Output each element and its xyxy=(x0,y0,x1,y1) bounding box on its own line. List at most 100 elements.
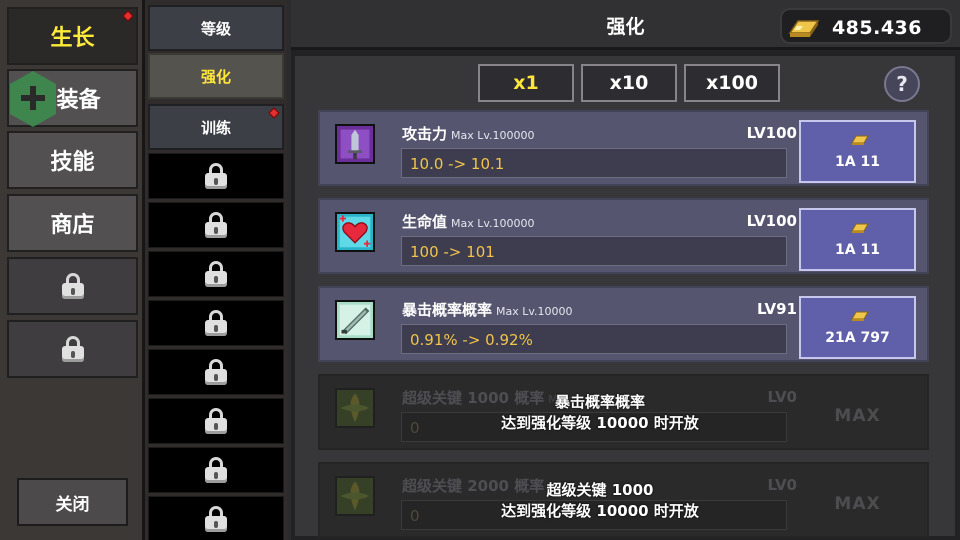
max-button: MAX xyxy=(834,493,881,514)
unlock-title: 超级关键 1000 xyxy=(546,481,654,499)
nav-tab-skills[interactable]: 技能 xyxy=(7,131,138,189)
value-change: 100 -> 101 xyxy=(410,243,495,261)
current-level: LV91 xyxy=(757,300,797,318)
nav-tab-label: 装备 xyxy=(56,88,101,113)
upgrade-title: 攻击力 xyxy=(402,125,448,143)
main-nav: 生长 装备 技能 商店 关闭 xyxy=(0,0,145,540)
unlock-requirement: 暴击概率概率 达到强化等级 10000 时开放 xyxy=(440,392,760,434)
current-level: LV0 xyxy=(767,388,797,406)
max-level: Max Lv.10000 xyxy=(496,305,573,318)
nav-tab-locked[interactable] xyxy=(7,257,138,315)
heart-icon xyxy=(335,212,375,252)
lock-icon xyxy=(204,359,228,385)
sub-tab-label: 训练 xyxy=(200,118,231,137)
current-level: LV100 xyxy=(746,124,797,142)
nav-tab-label: 技能 xyxy=(50,150,95,175)
gold-bar-icon xyxy=(851,135,869,145)
current-level: LV0 xyxy=(767,476,797,494)
multiplier-x1-button[interactable]: x1 xyxy=(478,64,574,102)
upgrade-button[interactable]: 1A 11 xyxy=(799,208,916,271)
sub-tab-locked[interactable] xyxy=(148,398,284,444)
current-level: LV100 xyxy=(746,212,797,230)
lock-icon xyxy=(204,506,228,532)
upgrade-title: 生命值 xyxy=(402,213,448,231)
upgrade-row-hp: 生命值 Max Lv.100000 LV100 100 -> 101 1A 11 xyxy=(318,198,929,274)
sword-icon xyxy=(335,124,375,164)
help-button[interactable]: ? xyxy=(884,66,920,102)
header-bar: 强化 485.436 xyxy=(291,0,960,50)
value-change: 0.91% -> 0.92% xyxy=(410,331,533,349)
multiplier-label: x10 xyxy=(609,72,649,94)
lock-icon xyxy=(61,336,85,362)
max-level: Max Lv.100000 xyxy=(451,217,535,230)
alert-dot xyxy=(268,107,280,119)
lock-icon xyxy=(204,457,228,483)
multiplier-label: x100 xyxy=(706,72,758,94)
value-change: 0 xyxy=(410,419,420,437)
help-icon: ? xyxy=(896,72,908,96)
nav-tab-locked[interactable] xyxy=(7,320,138,378)
unlock-title: 暴击概率概率 xyxy=(554,393,645,411)
leaf-icon xyxy=(335,388,375,428)
upgrade-cost: 1A 11 xyxy=(835,242,880,258)
unlock-condition: 达到强化等级 10000 时开放 xyxy=(501,414,699,432)
value-change: 10.0 -> 10.1 xyxy=(410,155,505,173)
lock-icon xyxy=(204,212,228,238)
enhance-panel: 强化 485.436 x1 x10 x100 ? 攻击力 Max Lv.1000… xyxy=(291,0,960,540)
nav-tab-label: 生长 xyxy=(50,26,95,51)
sub-tab-training[interactable]: 训练 xyxy=(148,104,284,150)
sub-tab-locked[interactable] xyxy=(148,447,284,493)
upgrade-cost: 21A 797 xyxy=(825,330,890,346)
value-bar: 100 -> 101 xyxy=(401,236,787,266)
sub-tab-locked[interactable] xyxy=(148,202,284,248)
sub-tab-enhance[interactable]: 强化 xyxy=(148,53,284,99)
leaf-icon xyxy=(335,476,375,516)
upgrade-list-panel: x1 x10 x100 ? 攻击力 Max Lv.100000 LV100 10… xyxy=(295,56,955,538)
upgrade-row-attack: 攻击力 Max Lv.100000 LV100 10.0 -> 10.1 1A 1… xyxy=(318,110,929,186)
lock-icon xyxy=(61,273,85,299)
multiplier-x100-button[interactable]: x100 xyxy=(684,64,780,102)
multiplier-x10-button[interactable]: x10 xyxy=(581,64,677,102)
sub-tab-locked[interactable] xyxy=(148,496,284,540)
close-button[interactable]: 关闭 xyxy=(17,478,128,526)
gold-counter: 485.436 xyxy=(780,8,952,44)
unlock-requirement: 超级关键 1000 达到强化等级 10000 时开放 xyxy=(440,480,760,522)
max-level: Max Lv.100000 xyxy=(451,129,535,142)
upgrade-name: 攻击力 Max Lv.100000 xyxy=(402,123,535,144)
upgrade-button[interactable]: 21A 797 xyxy=(799,296,916,359)
lock-icon xyxy=(204,261,228,287)
lock-icon xyxy=(204,310,228,336)
nav-tab-shop[interactable]: 商店 xyxy=(7,194,138,252)
value-bar: 0.91% -> 0.92% xyxy=(401,324,787,354)
nav-tab-growth[interactable]: 生长 xyxy=(7,7,138,65)
sub-tab-locked[interactable] xyxy=(148,251,284,297)
plus-icon xyxy=(10,71,56,127)
unlock-condition: 达到强化等级 10000 时开放 xyxy=(501,502,699,520)
value-change: 0 xyxy=(410,507,420,525)
lock-icon xyxy=(204,163,228,189)
lock-icon xyxy=(204,408,228,434)
gold-amount: 485.436 xyxy=(831,17,922,39)
upgrade-button[interactable]: 1A 11 xyxy=(799,120,916,183)
upgrade-name: 生命值 Max Lv.100000 xyxy=(402,211,535,232)
gold-bar-icon xyxy=(788,20,820,37)
upgrade-title: 暴击概率概率 xyxy=(402,301,493,319)
blade-icon xyxy=(335,300,375,340)
sub-tab-label: 等级 xyxy=(200,19,231,38)
value-bar: 10.0 -> 10.1 xyxy=(401,148,787,178)
upgrade-row-super-crit-1000: 超级关键 1000 概率 Max LV0 0 MAX 暴击概率概率 达到强化等级 … xyxy=(318,374,929,450)
alert-dot xyxy=(122,10,134,22)
gold-bar-icon xyxy=(851,311,869,321)
upgrade-cost: 1A 11 xyxy=(835,154,880,170)
sub-tab-locked[interactable] xyxy=(148,153,284,199)
sub-tab-level[interactable]: 等级 xyxy=(148,5,284,51)
upgrade-name: 暴击概率概率 Max Lv.10000 xyxy=(402,299,573,320)
nav-tab-label: 商店 xyxy=(50,213,95,238)
multiplier-label: x1 xyxy=(513,72,539,94)
upgrade-row-crit: 暴击概率概率 Max Lv.10000 LV91 0.91% -> 0.92% 2… xyxy=(318,286,929,362)
sub-tab-locked[interactable] xyxy=(148,300,284,346)
sub-tab-locked[interactable] xyxy=(148,349,284,395)
gold-bar-icon xyxy=(851,223,869,233)
sub-tab-label: 强化 xyxy=(200,67,231,86)
sub-nav: 等级 强化 训练 xyxy=(145,0,287,540)
